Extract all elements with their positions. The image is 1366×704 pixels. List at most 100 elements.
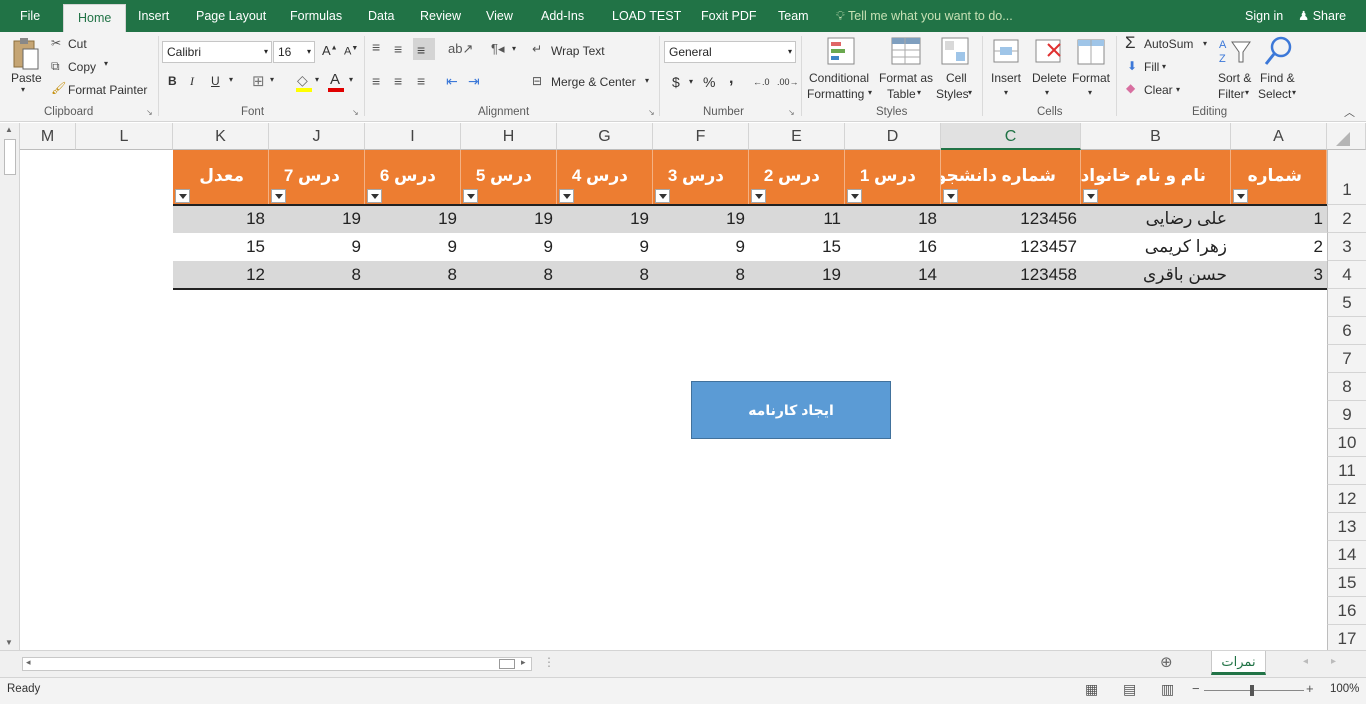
table-cell[interactable]: 9	[269, 233, 365, 261]
table-cell[interactable]: 8	[365, 261, 461, 289]
increase-indent-icon[interactable]: ⇥	[468, 73, 480, 90]
fill-button[interactable]: Fill	[1144, 60, 1159, 74]
row-header-14[interactable]: 14	[1327, 541, 1366, 569]
filter-dropdown-icon[interactable]	[943, 189, 958, 203]
table-cell[interactable]: 9	[557, 233, 653, 261]
table-cell[interactable]: 16	[845, 233, 941, 261]
normal-view-icon[interactable]: ▦	[1085, 681, 1098, 698]
decrease-indent-icon[interactable]: ⇤	[446, 73, 458, 90]
table-cell[interactable]: علی رضایی	[1081, 205, 1231, 233]
tab-insert[interactable]: Insert	[138, 0, 169, 32]
row-header-16[interactable]: 16	[1327, 597, 1366, 625]
table-cell[interactable]: 8	[461, 261, 557, 289]
chevron-down-icon[interactable]: ▾	[645, 76, 649, 85]
column-header-e[interactable]: E	[749, 123, 845, 150]
table-cell[interactable]: 19	[749, 261, 845, 289]
row-header-11[interactable]: 11	[1327, 457, 1366, 485]
row-header-12[interactable]: 12	[1327, 485, 1366, 513]
align-left-icon[interactable]: ≡	[372, 73, 380, 89]
percent-button[interactable]: %	[703, 74, 715, 90]
chevron-down-icon[interactable]: ▾	[315, 75, 319, 84]
wrap-text-button[interactable]: Wrap Text	[551, 44, 605, 58]
table-cell[interactable]: 11	[749, 205, 845, 233]
collapse-ribbon-icon[interactable]: ︿	[1344, 104, 1355, 120]
table-cell[interactable]: 19	[461, 205, 557, 233]
table-cell[interactable]: 19	[365, 205, 461, 233]
shrink-font-icon[interactable]: A▼	[344, 45, 358, 58]
align-center-icon[interactable]: ≡	[394, 73, 402, 89]
vertical-scrollbar[interactable]: ▲ ▼	[0, 123, 20, 650]
tab-foxit-pdf[interactable]: Foxit PDF	[701, 0, 757, 32]
underline-button[interactable]: U	[211, 74, 220, 88]
column-header-c[interactable]: C	[941, 123, 1081, 150]
table-cell[interactable]: 19	[653, 205, 749, 233]
row-header-15[interactable]: 15	[1327, 569, 1366, 597]
zoom-in-icon[interactable]: +	[1306, 681, 1314, 696]
create-report-card-button[interactable]: ایجاد کارنامه	[691, 381, 891, 439]
cut-button[interactable]: Cut	[68, 37, 87, 51]
column-header-h[interactable]: H	[461, 123, 557, 150]
scroll-thumb[interactable]	[499, 659, 515, 669]
grow-font-icon[interactable]: A▲	[322, 43, 338, 58]
italic-button[interactable]: I	[190, 74, 194, 89]
table-cell[interactable]: 8	[653, 261, 749, 289]
align-top-icon[interactable]: ≡	[372, 39, 380, 55]
dialog-launcher-icon[interactable]: ↘	[648, 108, 655, 117]
page-layout-view-icon[interactable]: ▤	[1123, 681, 1136, 698]
row-header-7[interactable]: 7	[1327, 345, 1366, 373]
scroll-up-icon[interactable]: ▲	[5, 125, 13, 134]
table-cell[interactable]: 12	[173, 261, 269, 289]
scroll-thumb[interactable]	[4, 139, 16, 175]
tab-page-layout[interactable]: Page Layout	[196, 0, 266, 32]
table-cell[interactable]: زهرا کریمی	[1081, 233, 1231, 261]
page-break-view-icon[interactable]: ▥	[1161, 681, 1174, 698]
column-header-l[interactable]: L	[76, 123, 173, 150]
tell-me-box[interactable]: 💡︎ Tell me what you want to do...	[836, 0, 1013, 32]
table-cell[interactable]: 9	[653, 233, 749, 261]
row-header-10[interactable]: 10	[1327, 429, 1366, 457]
table-cell[interactable]: 19	[269, 205, 365, 233]
tab-data[interactable]: Data	[368, 0, 394, 32]
orientation-icon[interactable]: ab↗	[448, 41, 473, 57]
table-cell[interactable]: 9	[461, 233, 557, 261]
table-cell[interactable]: 9	[365, 233, 461, 261]
table-cell[interactable]: 8	[557, 261, 653, 289]
increase-decimal-icon[interactable]: ←.0	[753, 77, 770, 87]
dialog-launcher-icon[interactable]: ↘	[146, 108, 153, 117]
filter-dropdown-icon[interactable]	[367, 189, 382, 203]
chevron-down-icon[interactable]: ▾	[270, 75, 274, 84]
zoom-slider-thumb[interactable]	[1250, 685, 1254, 696]
chevron-down-icon[interactable]: ▾	[1176, 85, 1180, 94]
table-cell[interactable]: 123456	[941, 205, 1081, 233]
tab-add-ins[interactable]: Add-Ins	[541, 0, 584, 32]
filter-dropdown-icon[interactable]	[655, 189, 670, 203]
clear-button[interactable]: Clear	[1144, 83, 1173, 97]
table-cell[interactable]: 123457	[941, 233, 1081, 261]
format-painter-button[interactable]: Format Painter	[68, 83, 147, 97]
scroll-down-icon[interactable]: ▼	[5, 638, 13, 647]
column-header-m[interactable]: M	[20, 123, 76, 150]
column-header-i[interactable]: I	[365, 123, 461, 150]
bold-button[interactable]: B	[168, 74, 177, 88]
chevron-down-icon[interactable]: ▾	[1203, 39, 1207, 48]
row-header-17[interactable]: 17	[1327, 625, 1366, 653]
currency-button[interactable]: $	[672, 74, 680, 90]
horizontal-scrollbar[interactable]: ◂ ▸	[22, 657, 532, 671]
table-cell[interactable]: 19	[557, 205, 653, 233]
filter-dropdown-icon[interactable]	[847, 189, 862, 203]
share-button[interactable]: ♟ Share	[1298, 0, 1346, 33]
scroll-right-icon[interactable]: ▸	[521, 657, 526, 668]
borders-icon[interactable]: ⊞	[252, 72, 265, 90]
chevron-down-icon[interactable]: ▾	[1162, 62, 1166, 71]
row-header-1[interactable]: 1	[1327, 150, 1366, 205]
scroll-left-icon[interactable]: ◂	[26, 657, 31, 668]
table-cell[interactable]: 3	[1231, 261, 1327, 289]
table-cell[interactable]: 123458	[941, 261, 1081, 289]
row-header-3[interactable]: 3	[1327, 233, 1366, 261]
sheet-tab-grades[interactable]: نمرات	[1211, 651, 1266, 675]
tab-file[interactable]: File	[20, 0, 40, 32]
table-cell[interactable]: 18	[173, 205, 269, 233]
add-sheet-icon[interactable]: ⊕	[1160, 653, 1173, 671]
prev-sheet-icon[interactable]: ◂	[1303, 656, 1308, 667]
table-cell[interactable]: 18	[845, 205, 941, 233]
